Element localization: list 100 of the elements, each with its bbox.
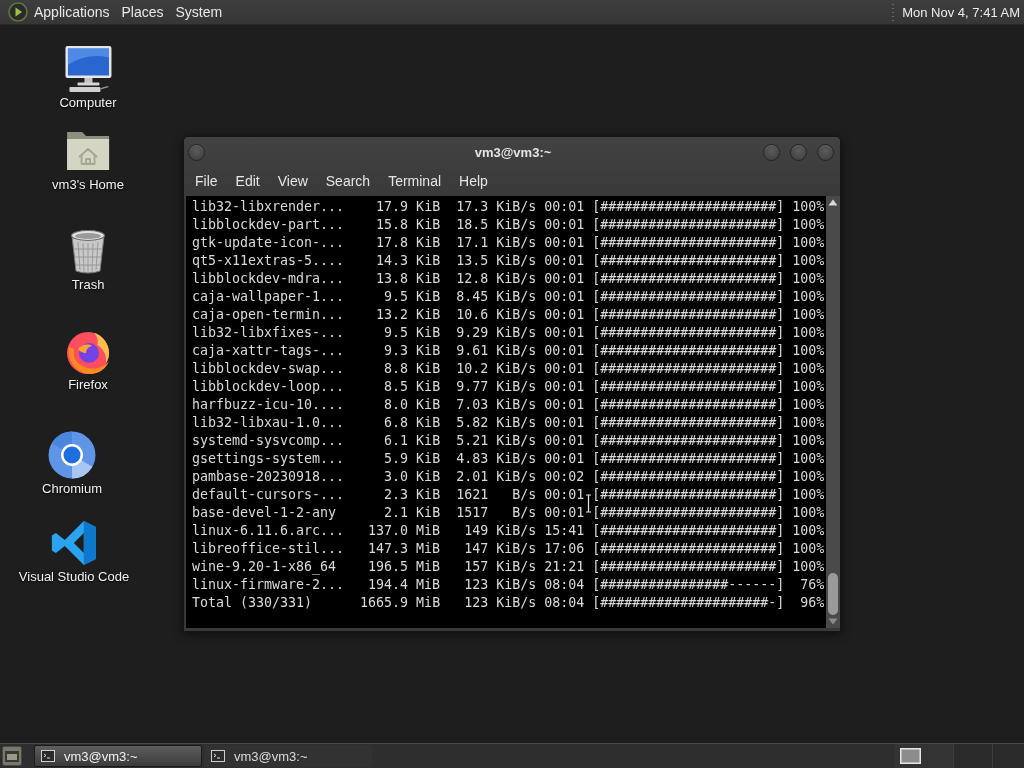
- file-size: 5.9 KiB: [384, 450, 441, 468]
- file-size: 8.0 KiB: [384, 396, 441, 414]
- percent-text: 100%: [792, 216, 825, 234]
- maximize-button[interactable]: [790, 143, 807, 161]
- time-remaining: 00:01: [544, 396, 585, 414]
- progress-bar-text: [######################]: [592, 468, 785, 486]
- time-remaining: 00:01: [544, 270, 585, 288]
- transfer-rate: 7.03 KiB/s: [456, 396, 537, 414]
- monitor-icon[interactable]: [64, 45, 112, 93]
- workspace-thumbnail[interactable]: [993, 744, 1024, 768]
- time-remaining: 00:01: [544, 324, 585, 342]
- package-name: base-devel-1-2-any: [192, 504, 337, 522]
- menu-item[interactable]: View: [268, 169, 317, 193]
- desktop-shortcut[interactable]: vm3's Home: [52, 127, 124, 193]
- percent-text: 100%: [792, 342, 825, 360]
- package-name: linux-6.11.6.arc...: [192, 522, 345, 540]
- workspace-thumbnail[interactable]: [894, 744, 953, 768]
- transfer-rate: 12.8 KiB/s: [456, 270, 537, 288]
- transfer-rate: 9.77 KiB/s: [456, 378, 537, 396]
- file-size: 17.8 KiB: [376, 234, 441, 252]
- scrollbar-thumb[interactable]: [828, 573, 838, 615]
- file-size: 3.0 KiB: [384, 468, 441, 486]
- progress-bar-text: [######################]: [592, 216, 785, 234]
- progress-bar-text: [######################]: [592, 450, 785, 468]
- panel-menu[interactable]: Places: [115, 1, 170, 23]
- desktop-shortcut[interactable]: Visual Studio Code: [18, 519, 130, 585]
- package-name: caja-open-termin...: [192, 306, 345, 324]
- package-name: caja-wallpaper-1...: [192, 288, 345, 306]
- ribbon-logo-icon[interactable]: [50, 519, 98, 567]
- file-size: 17.9 KiB: [376, 198, 441, 216]
- window-menu-button[interactable]: [188, 143, 205, 161]
- package-name: libblockdev-mdra...: [192, 270, 345, 288]
- taskbar-button[interactable]: vm3@vm3:~: [204, 745, 372, 767]
- file-size: 14.3 KiB: [376, 252, 441, 270]
- panel-menu[interactable]: System: [169, 1, 229, 23]
- progress-bar-text: [######################]: [592, 396, 785, 414]
- desktop-shortcut[interactable]: Chromium: [42, 431, 102, 497]
- time-remaining: 08:04: [544, 576, 585, 594]
- time-remaining: 00:01: [544, 198, 585, 216]
- progress-bar-text: [######################]: [592, 504, 785, 522]
- desktop-shortcut[interactable]: Computer: [59, 45, 117, 111]
- percent-text: 100%: [792, 450, 825, 468]
- up-arrow-icon[interactable]: [828, 199, 838, 206]
- menu-item[interactable]: Help: [450, 169, 497, 193]
- transfer-rate: 2.01 KiB/s: [456, 468, 537, 486]
- terminal-icon: [211, 750, 225, 762]
- panel-clock[interactable]: Mon Nov 4, 7:41 AM: [902, 4, 1024, 20]
- file-size: 2.3 KiB: [384, 486, 441, 504]
- transfer-rate: 18.5 KiB/s: [456, 216, 537, 234]
- percent-text: 100%: [792, 540, 825, 558]
- file-size: 2.1 KiB: [384, 504, 441, 522]
- file-size: 1665.9 MiB: [360, 594, 441, 612]
- file-size: 9.5 KiB: [384, 324, 441, 342]
- desktop-shortcut[interactable]: Firefox: [64, 327, 112, 393]
- file-size: 137.0 MiB: [368, 522, 441, 540]
- time-remaining: 00:01: [544, 234, 585, 252]
- progress-bar-text: [######################]: [592, 270, 785, 288]
- window-title: vm3@vm3:~: [474, 144, 552, 160]
- progress-bar-text: [######################]: [592, 324, 785, 342]
- package-name: Total (330/331): [192, 594, 313, 612]
- time-remaining: 00:01: [544, 450, 585, 468]
- progress-bar-text: [################------]: [592, 576, 785, 594]
- time-remaining: 17:06: [544, 540, 585, 558]
- time-remaining: 00:01: [544, 216, 585, 234]
- file-size: 13.2 KiB: [376, 306, 441, 324]
- transfer-rate: 1517 B/s: [456, 504, 537, 522]
- menu-item[interactable]: Edit: [226, 169, 269, 193]
- transfer-rate: 123 KiB/s: [464, 594, 537, 612]
- play-circle-icon[interactable]: [8, 2, 28, 22]
- panel-menu[interactable]: Applications: [28, 1, 116, 23]
- package-name: libblockdev-swap...: [192, 360, 345, 378]
- package-name: caja-xattr-tags-...: [192, 342, 345, 360]
- minimize-button[interactable]: [763, 143, 780, 161]
- desktop-shortcut[interactable]: Trash: [64, 227, 112, 293]
- ring-logo-icon[interactable]: [48, 431, 96, 479]
- package-name: libblockdev-loop...: [192, 378, 345, 396]
- transfer-rate: 8.45 KiB/s: [456, 288, 537, 306]
- menu-item[interactable]: File: [186, 169, 227, 193]
- menu-item[interactable]: Terminal: [379, 169, 451, 193]
- transfer-rate: 5.21 KiB/s: [456, 432, 537, 450]
- down-arrow-icon[interactable]: [828, 618, 838, 625]
- menu-item[interactable]: Search: [316, 169, 380, 193]
- package-name: linux-firmware-2...: [192, 576, 345, 594]
- transfer-rate: 9.29 KiB/s: [456, 324, 537, 342]
- package-name: wine-9.20-1-x86_64: [192, 558, 337, 576]
- window-thumbnail-icon: [900, 748, 921, 764]
- drag-handle-icon: [891, 3, 896, 21]
- transfer-rate: 10.2 KiB/s: [456, 360, 537, 378]
- package-name: libblockdev-part...: [192, 216, 345, 234]
- percent-text: 100%: [792, 432, 825, 450]
- percent-text: 100%: [792, 378, 825, 396]
- workspace-thumbnail[interactable]: [954, 744, 992, 768]
- progress-bar-text: [#####################-]: [592, 594, 785, 612]
- close-button[interactable]: [817, 143, 834, 161]
- taskbar-button[interactable]: vm3@vm3:~: [34, 745, 202, 767]
- window-frame-icon[interactable]: [2, 746, 22, 766]
- scrollbar-track[interactable]: [826, 196, 840, 628]
- file-size: 8.8 KiB: [384, 360, 441, 378]
- transfer-rate: 123 KiB/s: [464, 576, 537, 594]
- time-remaining: 08:04: [544, 594, 585, 612]
